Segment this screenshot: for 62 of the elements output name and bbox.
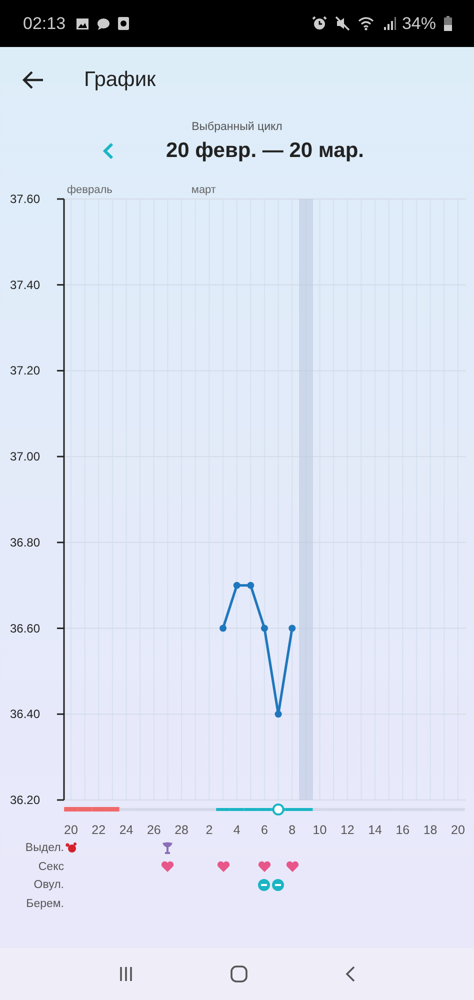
y-tick-label: 37.40 — [10, 278, 40, 292]
signal-icon — [384, 17, 396, 30]
home-icon[interactable] — [230, 965, 248, 983]
heart-icon — [216, 860, 230, 872]
heart-icon — [286, 860, 299, 872]
x-tick-label: 16 — [396, 823, 410, 837]
ovulation-marker — [272, 804, 284, 816]
x-tick-label: 8 — [288, 823, 296, 837]
month-label: март — [191, 184, 216, 196]
blood-drops-icon — [65, 842, 77, 854]
x-tick-label: 20 — [451, 823, 465, 837]
month-label: февраль — [67, 184, 112, 196]
row-label: Выдел. — [24, 842, 64, 854]
heart-icon — [258, 860, 271, 872]
minus-circle-icon — [272, 879, 284, 892]
y-tick-label: 36.80 — [10, 535, 40, 550]
y-tick-label: 37.20 — [10, 364, 40, 378]
y-tick-label: 36.40 — [10, 707, 40, 722]
x-tick-label: 26 — [146, 823, 161, 837]
data-point[interactable] — [260, 624, 268, 632]
back-arrow-icon[interactable] — [22, 70, 44, 90]
x-tick-label: 4 — [233, 823, 240, 837]
y-tick-label: 36.60 — [10, 621, 40, 636]
app-icon — [118, 17, 129, 30]
x-tick-label: 18 — [423, 823, 438, 837]
x-tick-label: 22 — [92, 823, 106, 837]
data-point[interactable] — [233, 582, 240, 589]
y-tick-label: 37.00 — [10, 450, 40, 464]
chat-icon — [96, 18, 110, 30]
x-tick-label: 10 — [312, 823, 327, 837]
data-point[interactable] — [220, 624, 227, 632]
y-tick-label: 36.20 — [10, 793, 40, 807]
x-tick-label: 28 — [174, 823, 189, 837]
minus-circle-icon — [258, 879, 270, 892]
page-title: График — [84, 68, 156, 92]
clock-time: 02:13 — [23, 14, 66, 34]
chevron-left-icon[interactable] — [102, 142, 114, 160]
image-icon — [76, 18, 89, 30]
alarm-icon — [312, 16, 327, 31]
x-tick-label: 12 — [340, 823, 354, 837]
x-tick-label: 24 — [119, 823, 134, 837]
y-tick-label: 37.60 — [10, 192, 40, 206]
x-tick-label: 20 — [64, 823, 78, 837]
battery-percent: 34% — [402, 14, 436, 34]
cycle-caption: Выбранный цикл — [192, 121, 282, 133]
data-point[interactable] — [288, 624, 296, 632]
data-point[interactable] — [274, 710, 282, 718]
row-label: Секс — [37, 860, 64, 873]
recent-apps-icon[interactable] — [118, 966, 134, 982]
x-tick-label: 14 — [368, 823, 382, 837]
data-point[interactable] — [247, 582, 254, 589]
x-tick-label: 6 — [261, 823, 268, 837]
x-tick-label: 2 — [206, 823, 213, 837]
back-icon[interactable] — [344, 965, 356, 983]
cycle-range: 20 февр. — 20 мар. — [166, 139, 364, 163]
heart-icon — [161, 860, 174, 872]
battery-icon — [444, 16, 452, 31]
mute-icon — [334, 16, 350, 31]
goblet-icon — [162, 842, 174, 854]
row-label: Берем. — [25, 898, 64, 910]
row-label: Овул. — [32, 879, 64, 892]
wifi-icon — [358, 16, 376, 31]
